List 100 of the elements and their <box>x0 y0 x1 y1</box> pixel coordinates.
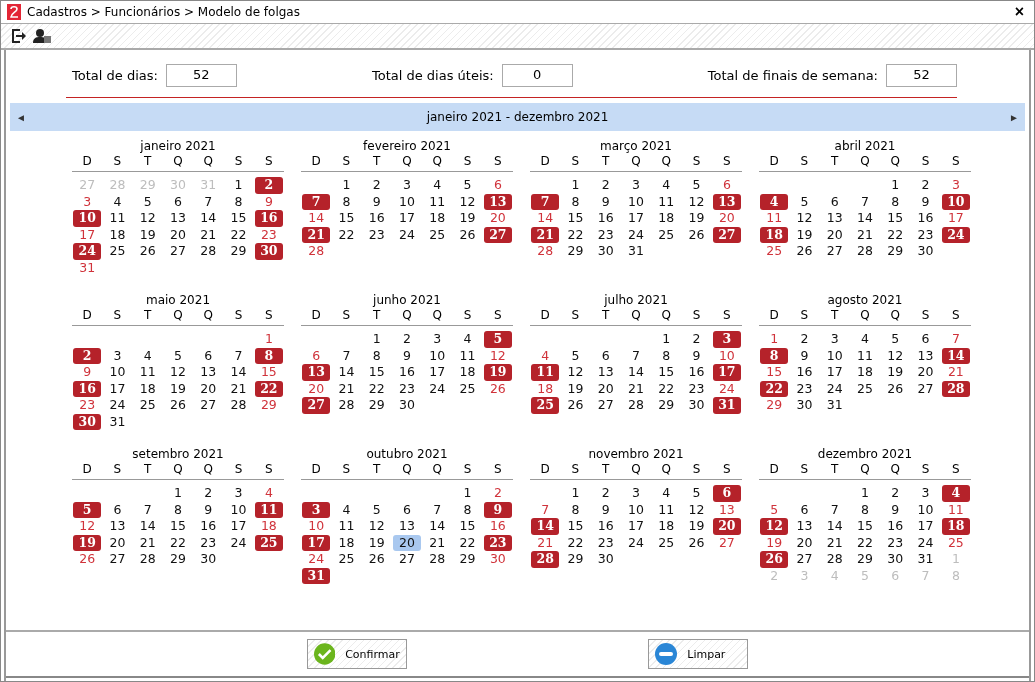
calendar-day[interactable]: 30 <box>392 397 422 414</box>
calendar-day[interactable]: 7 <box>531 501 560 518</box>
calendar-day[interactable]: 12 <box>682 501 711 518</box>
calendar-day[interactable]: 29 <box>362 397 391 414</box>
calendar-day[interactable]: 22 <box>362 380 391 397</box>
calendar-day[interactable]: 22 <box>453 534 482 551</box>
calendar-day[interactable]: 5 <box>163 347 193 364</box>
calendar-day[interactable]: 4 <box>453 331 482 348</box>
calendar-day[interactable]: 15 <box>561 210 590 227</box>
calendar-day[interactable]: 19 <box>561 380 590 397</box>
calendar-day[interactable]: 16 <box>790 364 819 381</box>
calendar-day[interactable]: 28 <box>621 397 651 414</box>
calendar-day[interactable]: 11 <box>652 193 681 210</box>
calendar-day[interactable]: 17 <box>103 380 132 397</box>
calendar-day[interactable]: 3 <box>911 485 940 502</box>
calendar-day[interactable]: 2 <box>392 331 422 348</box>
calendar-day[interactable]: 14 <box>820 518 849 535</box>
calendar-day[interactable]: 19 <box>760 534 789 551</box>
calendar-day[interactable]: 20 <box>911 364 940 381</box>
calendar-day[interactable]: 29 <box>850 551 880 568</box>
calendar-day[interactable]: 3 <box>712 331 741 348</box>
calendar-day[interactable]: 11 <box>254 501 283 518</box>
calendar-day[interactable]: 11 <box>332 518 361 535</box>
calendar-day[interactable]: 14 <box>194 210 223 227</box>
calendar-day[interactable]: 3 <box>621 485 651 502</box>
calendar-day[interactable]: 24 <box>712 380 741 397</box>
calendar-day[interactable]: 5 <box>453 177 482 194</box>
calendar-day[interactable]: 23 <box>881 534 910 551</box>
calendar-day[interactable]: 1 <box>850 485 880 502</box>
calendar-day[interactable]: 15 <box>760 364 789 381</box>
calendar-day[interactable]: 1 <box>332 177 361 194</box>
calendar-day[interactable]: 27 <box>820 243 849 260</box>
calendar-day[interactable]: 6 <box>911 331 940 348</box>
calendar-day[interactable]: 30 <box>73 413 102 430</box>
calendar-day[interactable]: 23 <box>591 534 620 551</box>
calendar-day[interactable]: 12 <box>760 518 789 535</box>
calendar-day[interactable]: 8 <box>362 347 391 364</box>
calendar-day[interactable]: 17 <box>423 364 452 381</box>
calendar-day[interactable]: 19 <box>362 534 391 551</box>
calendar-day[interactable]: 9 <box>483 501 512 518</box>
calendar-day[interactable]: 24 <box>73 243 102 260</box>
next-button[interactable]: ► <box>1009 111 1019 123</box>
calendar-day[interactable]: 25 <box>652 226 681 243</box>
calendar-day[interactable]: 3 <box>820 331 849 348</box>
calendar-day[interactable]: 4 <box>332 501 361 518</box>
calendar-day[interactable]: 22 <box>254 380 283 397</box>
calendar-day[interactable]: 12 <box>561 364 590 381</box>
calendar-day[interactable]: 26 <box>561 397 590 414</box>
calendar-day[interactable]: 19 <box>790 226 819 243</box>
calendar-day[interactable]: 9 <box>254 193 283 210</box>
calendar-day[interactable]: 16 <box>591 518 620 535</box>
calendar-day[interactable]: 19 <box>163 380 193 397</box>
calendar-day[interactable]: 7 <box>941 331 970 348</box>
calendar-day[interactable]: 30 <box>790 397 819 414</box>
calendar-day[interactable]: 17 <box>621 210 651 227</box>
calendar-day[interactable]: 11 <box>103 210 132 227</box>
calendar-day[interactable]: 3 <box>392 177 422 194</box>
calendar-day[interactable]: 19 <box>483 364 512 381</box>
calendar-day[interactable]: 6 <box>103 501 132 518</box>
calendar-day[interactable]: 30 <box>881 551 910 568</box>
calendar-day[interactable]: 31 <box>73 259 102 276</box>
calendar-day[interactable]: 15 <box>652 364 681 381</box>
calendar-day[interactable]: 8 <box>652 347 681 364</box>
calendar-day[interactable]: 5 <box>682 485 711 502</box>
calendar-day[interactable]: 14 <box>941 347 970 364</box>
calendar-day[interactable]: 16 <box>591 210 620 227</box>
calendar-day[interactable]: 19 <box>682 210 711 227</box>
calendar-day[interactable]: 27 <box>483 226 512 243</box>
calendar-day[interactable]: 23 <box>483 534 512 551</box>
calendar-day[interactable]: 29 <box>224 243 253 260</box>
calendar-day[interactable]: 14 <box>621 364 651 381</box>
calendar-day[interactable]: 28 <box>332 397 361 414</box>
calendar-day[interactable]: 30 <box>682 397 711 414</box>
calendar-day[interactable]: 13 <box>103 518 132 535</box>
calendar-day[interactable]: 20 <box>483 210 512 227</box>
calendar-day[interactable]: 18 <box>453 364 482 381</box>
calendar-day[interactable]: 4 <box>423 177 452 194</box>
calendar-day[interactable]: 24 <box>302 551 331 568</box>
calendar-day[interactable]: 7 <box>194 193 223 210</box>
calendar-day[interactable]: 7 <box>332 347 361 364</box>
calendar-day[interactable]: 21 <box>531 226 560 243</box>
calendar-day[interactable]: 30 <box>194 551 223 568</box>
calendar-day[interactable]: 21 <box>820 534 849 551</box>
calendar-day[interactable]: 28 <box>820 551 849 568</box>
calendar-day[interactable]: 8 <box>453 501 482 518</box>
calendar-day[interactable]: 11 <box>652 501 681 518</box>
calendar-day[interactable]: 10 <box>820 347 849 364</box>
calendar-day[interactable]: 21 <box>332 380 361 397</box>
calendar-day[interactable]: 10 <box>103 364 132 381</box>
calendar-day[interactable]: 30 <box>591 243 620 260</box>
calendar-day[interactable]: 14 <box>332 364 361 381</box>
calendar-day[interactable]: 20 <box>163 226 193 243</box>
calendar-day[interactable]: 4 <box>652 177 681 194</box>
calendar-day[interactable]: 23 <box>911 226 940 243</box>
calendar-day[interactable]: 18 <box>133 380 162 397</box>
calendar-day[interactable]: 9 <box>911 193 940 210</box>
calendar-day[interactable]: 15 <box>163 518 193 535</box>
calendar-day[interactable]: 20 <box>392 534 422 551</box>
calendar-day[interactable]: 26 <box>133 243 162 260</box>
calendar-day[interactable]: 6 <box>712 485 741 502</box>
